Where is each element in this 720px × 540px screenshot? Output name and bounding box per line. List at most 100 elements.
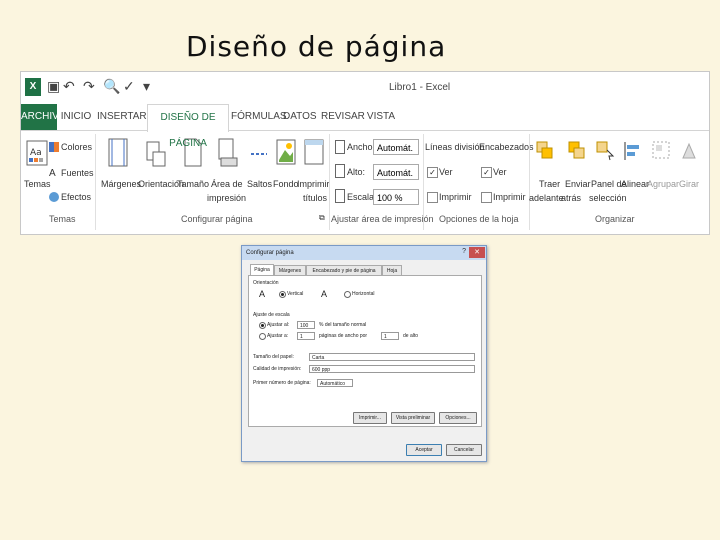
selection-pane-icon[interactable]: [595, 140, 615, 162]
fit-wide-input[interactable]: 1: [297, 332, 315, 340]
landscape-radio[interactable]: [344, 291, 351, 298]
print-preview-icon[interactable]: 🔍: [103, 78, 120, 95]
fit-tall-input[interactable]: 1: [381, 332, 399, 340]
tab-page-layout[interactable]: DISEÑO DE PÁGINA: [147, 104, 229, 149]
portrait-label: Vertical: [287, 291, 304, 297]
tab-formulas[interactable]: FÓRMULAS: [231, 104, 287, 130]
themes-icon[interactable]: Aa: [26, 140, 48, 166]
tab-home[interactable]: INICIO: [59, 104, 93, 130]
rotate-icon[interactable]: [679, 140, 699, 162]
headings-label: Encabezados: [479, 142, 534, 152]
tab-data[interactable]: DATOS: [283, 104, 317, 130]
width-label: Ancho:: [347, 142, 376, 152]
send-backward-icon[interactable]: [567, 140, 587, 162]
adjust-to-label: Ajustar al:: [267, 322, 290, 328]
orientation-section-label: Orientación: [253, 280, 279, 286]
width-icon: [335, 140, 345, 154]
print-titles-label-1[interactable]: Imprimir: [297, 179, 330, 189]
print-preview-button[interactable]: Vista preliminar: [391, 412, 435, 424]
adjust-to-input[interactable]: 100: [297, 321, 315, 329]
breaks-label[interactable]: Saltos: [247, 179, 272, 189]
divider: [329, 134, 330, 230]
themes-label[interactable]: Temas: [24, 179, 51, 189]
portrait-radio[interactable]: [279, 291, 286, 298]
headings-view-checkbox[interactable]: ✓: [481, 167, 492, 178]
adjust-to-radio[interactable]: [259, 322, 266, 329]
gridlines-view-checkbox[interactable]: ✓: [427, 167, 438, 178]
size-label[interactable]: Tamaño: [177, 179, 209, 189]
colors-label[interactable]: Colores: [61, 142, 92, 152]
fit-tall-suffix: de alto: [403, 333, 419, 339]
tab-view[interactable]: VISTA: [365, 104, 397, 130]
tab-insert[interactable]: INSERTAR: [97, 104, 147, 130]
headings-print-checkbox[interactable]: [481, 192, 492, 203]
spelling-icon[interactable]: ✓: [123, 78, 135, 95]
excel-logo-icon: X: [25, 78, 41, 96]
print-area-icon[interactable]: [217, 138, 239, 168]
print-titles-label-2[interactable]: títulos: [303, 193, 327, 203]
undo-icon[interactable]: ↶: [63, 78, 75, 95]
tab-review[interactable]: REVISAR: [321, 104, 365, 130]
effects-icon[interactable]: [49, 192, 59, 202]
bring-forward-label-2[interactable]: adelante: [529, 193, 564, 203]
breaks-icon[interactable]: [249, 144, 269, 164]
help-icon[interactable]: ?: [462, 248, 466, 255]
width-dropdown[interactable]: Automát.: [373, 139, 419, 155]
redo-icon[interactable]: ↷: [83, 78, 95, 95]
background-icon[interactable]: [275, 138, 297, 168]
background-label[interactable]: Fondo: [273, 179, 299, 189]
first-page-label: Primer número de página:: [253, 380, 311, 386]
selection-pane-label-2[interactable]: selección: [589, 193, 627, 203]
scale-input[interactable]: 100 %: [373, 189, 419, 205]
group-objects-label[interactable]: Agrupar: [647, 179, 679, 189]
margins-label[interactable]: Márgenes: [101, 179, 141, 189]
group-scale-label: Ajustar área de impresión: [331, 214, 434, 224]
divider: [529, 134, 530, 230]
effects-label[interactable]: Efectos: [61, 192, 91, 202]
headings-print-label: Imprimir: [493, 192, 526, 202]
gridlines-print-checkbox[interactable]: [427, 192, 438, 203]
options-button[interactable]: Opciones...: [439, 412, 477, 424]
save-icon[interactable]: ▣: [47, 78, 60, 95]
cancel-button[interactable]: Cancelar: [446, 444, 482, 456]
dialog-launcher-icon[interactable]: ⧉: [319, 213, 325, 223]
group-page-setup-label: Configurar página: [181, 214, 253, 224]
bring-forward-icon[interactable]: [535, 140, 555, 162]
page-setup-dialog: Configurar página ? ✕ Página Márgenes En…: [241, 245, 487, 462]
align-icon[interactable]: [623, 140, 643, 162]
ok-button[interactable]: Aceptar: [406, 444, 442, 456]
orientation-icon[interactable]: [145, 138, 167, 168]
height-dropdown[interactable]: Automát.: [373, 164, 419, 180]
fit-to-radio[interactable]: [259, 333, 266, 340]
print-area-label-2[interactable]: impresión: [207, 193, 246, 203]
close-icon[interactable]: ✕: [469, 247, 485, 258]
rotate-label[interactable]: Girar: [679, 179, 699, 189]
dialog-page-panel: Orientación A Vertical A Horizontal Ajus…: [248, 275, 482, 427]
scaling-section-label: Ajuste de escala: [253, 312, 290, 318]
ribbon-tabs: ARCHIVO INICIO INSERTAR DISEÑO DE PÁGINA…: [21, 104, 709, 149]
landscape-icon: A: [321, 289, 328, 299]
quick-access-toolbar: X ▣ ↶ ↷ 🔍 ✓ ▾ Libro1 - Excel: [21, 72, 709, 104]
tab-file[interactable]: ARCHIVO: [21, 104, 67, 130]
adjust-to-suffix: % del tamaño normal: [319, 322, 367, 328]
print-quality-label: Calidad de impresión:: [253, 366, 302, 372]
first-page-input[interactable]: Automático: [317, 379, 353, 387]
send-backward-label-1[interactable]: Enviar: [565, 179, 591, 189]
colors-icon[interactable]: [49, 142, 59, 152]
align-label[interactable]: Alinear: [621, 179, 649, 189]
print-quality-select[interactable]: 600 ppp: [309, 365, 475, 373]
margins-icon[interactable]: [107, 138, 129, 168]
print-area-label-1[interactable]: Área de: [211, 179, 243, 189]
fit-wide-suffix: páginas de ancho por: [319, 333, 368, 339]
fonts-icon[interactable]: A: [49, 168, 56, 179]
paper-size-select[interactable]: Carta: [309, 353, 475, 361]
height-label: Alto:: [347, 167, 366, 177]
print-titles-icon[interactable]: [303, 138, 325, 168]
print-button[interactable]: Imprimir...: [353, 412, 387, 424]
send-backward-label-2[interactable]: atrás: [561, 193, 581, 203]
bring-forward-label-1[interactable]: Traer: [539, 179, 560, 189]
fonts-label[interactable]: Fuentes: [61, 168, 94, 178]
dialog-title: Configurar página: [242, 246, 486, 260]
customize-qat-icon[interactable]: ▾: [143, 78, 150, 95]
group-objects-icon[interactable]: [651, 140, 671, 162]
